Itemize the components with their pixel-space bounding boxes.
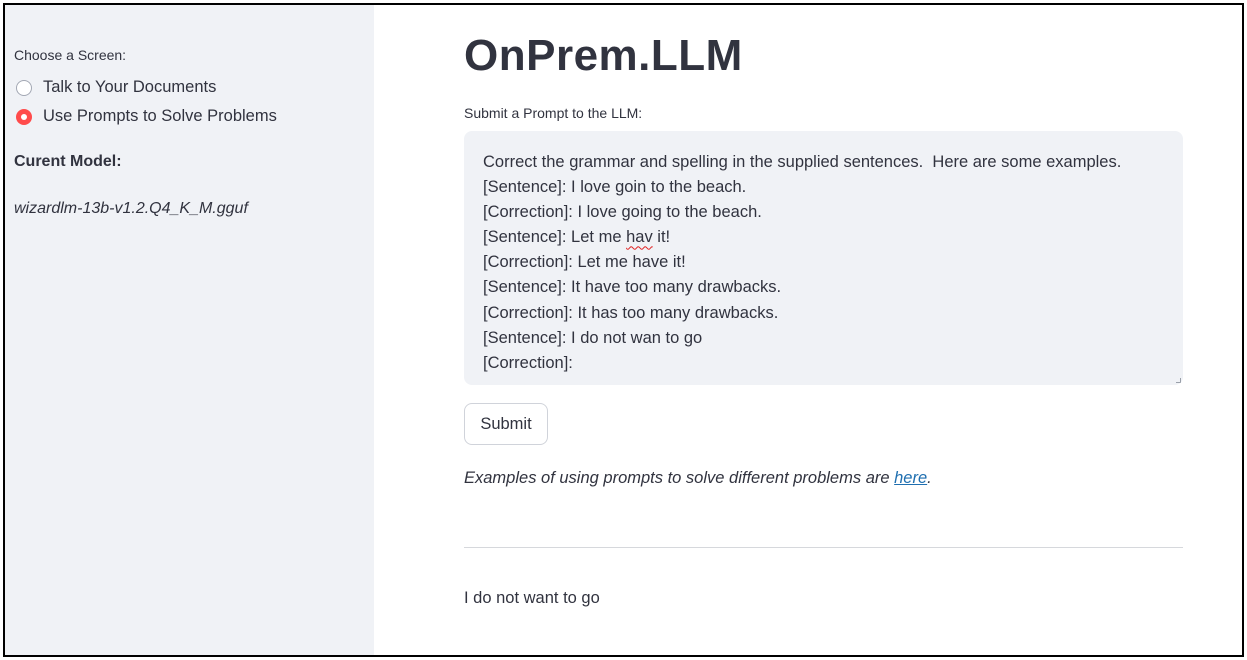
examples-text: Examples of using prompts to solve diffe… [464, 469, 895, 487]
examples-note: Examples of using prompts to solve diffe… [464, 467, 932, 489]
radio-selected-icon[interactable] [16, 108, 32, 125]
prompt-line-text: [Sentence]: Let me [483, 228, 627, 247]
prompt-label: Submit a Prompt to the LLM: [464, 105, 643, 121]
current-model-label: Curent Model: [14, 153, 122, 170]
prompt-line: [Correction]: It has too many drawbacks. [483, 303, 779, 322]
prompt-line: Correct the grammar and spelling in the … [483, 153, 1122, 171]
misspelled-word: hav [626, 228, 653, 247]
radio-unselected-icon[interactable] [16, 79, 32, 96]
main-content: OnPrem.LLM Submit a Prompt to the LLM: C… [374, 5, 1242, 655]
prompt-line: [Correction]: [483, 353, 573, 372]
llm-response: I do not want to go [464, 589, 600, 607]
sidebar: Choose a Screen: Talk to Your Documents … [5, 5, 374, 655]
resize-handle-icon[interactable] [1176, 378, 1181, 383]
examples-link[interactable]: here [894, 469, 927, 487]
radio-label-use-prompts: Use Prompts to Solve Problems [43, 107, 277, 125]
submit-button[interactable]: Submit [464, 403, 548, 445]
prompt-line: [Sentence]: I love goin to the beach. [483, 178, 747, 197]
examples-period: . [927, 469, 932, 487]
prompt-line: [Sentence]: It have too many drawbacks. [483, 278, 782, 297]
current-model-value: wizardlm-13b-v1.2.Q4_K_M.gguf [14, 200, 248, 217]
app-window: Choose a Screen: Talk to Your Documents … [3, 3, 1244, 657]
screen-choice-label: Choose a Screen: [14, 47, 127, 63]
page-title: OnPrem.LLM [464, 31, 743, 80]
prompt-line: [Correction]: Let me have it! [483, 253, 686, 272]
radio-use-prompts[interactable]: Use Prompts to Solve Problems [14, 102, 374, 131]
radio-label-talk-to-documents: Talk to Your Documents [43, 78, 217, 96]
radio-talk-to-documents[interactable]: Talk to Your Documents [14, 73, 374, 102]
prompt-line-text: it! [652, 228, 671, 247]
prompt-line: [Sentence]: Let me hav it! [483, 225, 1164, 250]
prompt-line: [Correction]: I love going to the beach. [483, 203, 762, 222]
prompt-line: [Sentence]: I do not wan to go [483, 328, 703, 347]
prompt-textarea[interactable]: Correct the grammar and spelling in the … [464, 131, 1183, 385]
divider [464, 547, 1183, 548]
